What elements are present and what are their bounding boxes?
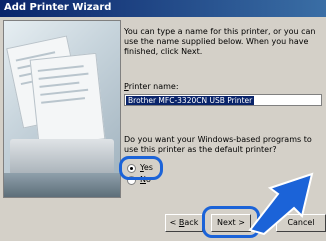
default-printer-question: Do you want your Windows-based programs …: [124, 135, 312, 154]
paper-sheet: [29, 52, 106, 147]
title-bar: Add Printer Wizard: [0, 0, 326, 17]
add-printer-wizard-window: Add Printer Wizard You can type a name f…: [0, 0, 326, 241]
printer-name-input[interactable]: Brother MFC-3320CN USB Printer: [124, 94, 322, 106]
pointer-arrow-icon: [248, 172, 314, 236]
printer-image: [10, 139, 114, 175]
window-title: Add Printer Wizard: [4, 2, 112, 13]
printer-base: [4, 173, 120, 197]
printer-illustration: [3, 20, 121, 198]
yes-option-highlight: [119, 156, 163, 180]
instructions-text: You can type a name for this printer, or…: [124, 27, 316, 56]
printer-name-label: Printer name:: [124, 82, 179, 91]
printer-name-value: Brother MFC-3320CN USB Printer: [126, 96, 255, 105]
back-button[interactable]: < Back: [165, 214, 203, 232]
